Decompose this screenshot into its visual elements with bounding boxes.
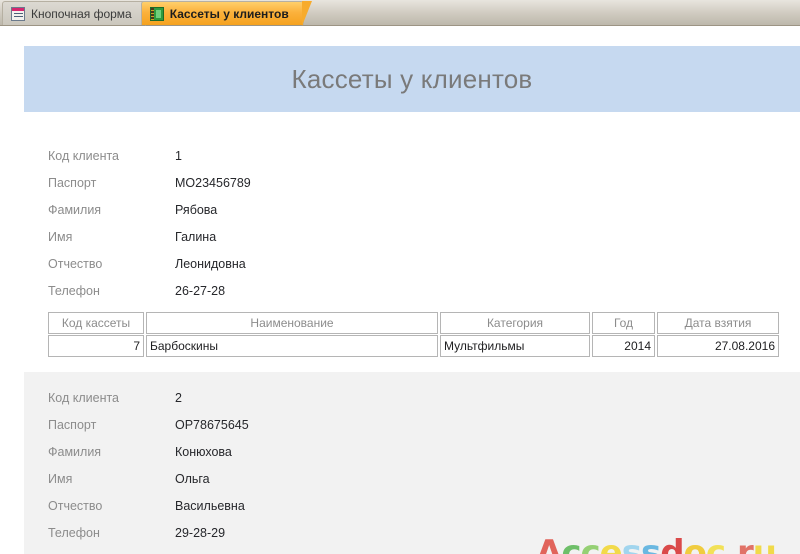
field-label: Отчество [48,498,103,513]
field-label: Паспорт [48,175,97,190]
field-row-passport: Паспорт MO23456789 [48,169,800,196]
tab-label: Кассеты у клиентов [169,6,289,21]
field-value-firstname[interactable]: Ольга [175,472,210,486]
field-label: Отчество [48,256,103,271]
subform-header-row: Код кассеты Наименование Категория Год Д… [48,312,780,334]
field-label: Фамилия [48,202,102,217]
page-title: Кассеты у клиентов [291,63,533,94]
cell-year[interactable]: 2014 [592,335,655,357]
book-icon [149,6,164,21]
field-value-passport[interactable]: OP78675645 [175,418,249,432]
field-value-phone[interactable]: 29-28-29 [175,526,225,540]
field-label: Телефон [48,525,100,540]
table-row[interactable]: 7 Барбоскины Мультфильмы 2014 27.08.2016 [48,335,780,357]
form-title-band: Кассеты у клиентов [24,46,800,112]
field-row-patronymic: Отчество Леонидовна [48,250,800,277]
field-value-patronymic[interactable]: Леонидовна [175,257,246,271]
field-row-patronymic: Отчество Васильевна [48,492,800,519]
field-value-firstname[interactable]: Галина [175,230,216,244]
field-label: Код клиента [48,148,120,163]
record-block: Код клиента 2 Паспорт OP78675645 Фамилия… [0,372,800,554]
field-value-phone[interactable]: 26-27-28 [175,284,225,298]
cell-category[interactable]: Мультфильмы [440,335,590,357]
record-fields: Код клиента 2 Паспорт OP78675645 Фамилия… [0,372,800,550]
record-block: Код клиента 1 Паспорт MO23456789 Фамилия… [0,130,800,372]
cassettes-subform: Код кассеты Наименование Категория Год Д… [48,312,780,357]
field-value-surname[interactable]: Рябова [175,203,217,217]
form-canvas: Кассеты у клиентов Код клиента 1 Паспорт… [0,26,800,554]
column-header-name[interactable]: Наименование [146,312,438,334]
field-label: Имя [48,229,73,244]
field-label: Фамилия [48,444,102,459]
field-row-client-code: Код клиента 2 [48,384,800,411]
column-header-year[interactable]: Год [592,312,655,334]
cell-name[interactable]: Барбоскины [146,335,438,357]
field-row-surname: Фамилия Рябова [48,196,800,223]
field-row-client-code: Код клиента 1 [48,142,800,169]
field-value-client-code[interactable]: 2 [175,391,182,405]
column-header-category[interactable]: Категория [440,312,590,334]
field-value-surname[interactable]: Конюхова [175,445,232,459]
field-row-firstname: Имя Ольга [48,465,800,492]
tab-kassety-u-klientov[interactable]: Кассеты у клиентов [140,1,312,26]
field-value-patronymic[interactable]: Васильевна [175,499,245,513]
tab-knopochnaya-forma[interactable]: Кнопочная форма [2,1,155,26]
tab-label: Кнопочная форма [31,6,132,21]
record-fields: Код клиента 1 Паспорт MO23456789 Фамилия… [0,130,800,308]
field-label: Телефон [48,283,100,298]
field-row-phone: Телефон 29-28-29 [48,519,800,546]
cell-cassette-code[interactable]: 7 [48,335,144,357]
column-header-date-taken[interactable]: Дата взятия [657,312,779,334]
tab-edge [301,1,312,26]
column-header-cassette-code[interactable]: Код кассеты [48,312,144,334]
field-row-firstname: Имя Галина [48,223,800,250]
field-row-phone: Телефон 26-27-28 [48,277,800,304]
field-value-client-code[interactable]: 1 [175,149,182,163]
field-row-passport: Паспорт OP78675645 [48,411,800,438]
field-row-surname: Фамилия Конюхова [48,438,800,465]
field-label: Имя [48,471,73,486]
field-value-passport[interactable]: MO23456789 [175,176,251,190]
field-label: Паспорт [48,417,97,432]
cell-date-taken[interactable]: 27.08.2016 [657,335,779,357]
tab-bar: Кнопочная форма Кассеты у клиентов [0,0,800,26]
form-icon [11,6,25,21]
field-label: Код клиента [48,390,120,405]
